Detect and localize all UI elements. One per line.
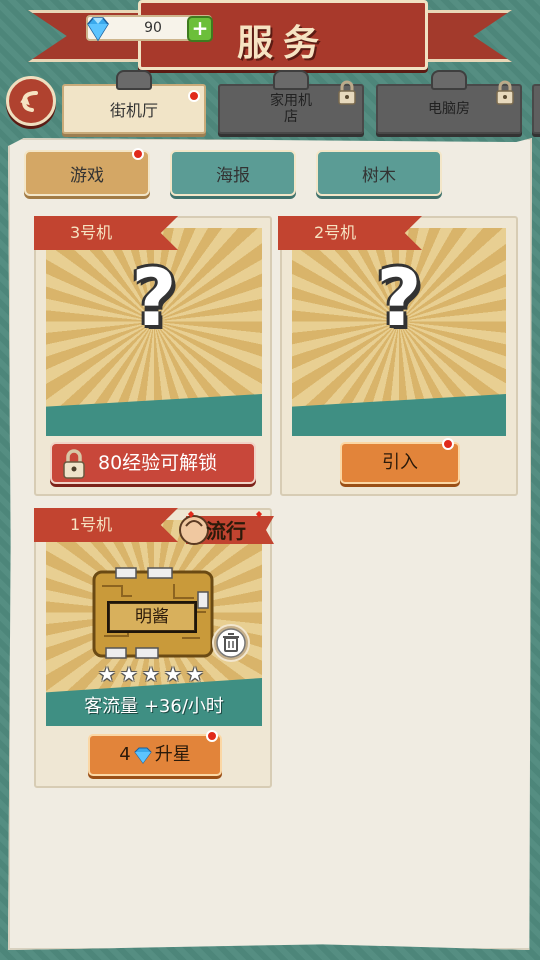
mystery-art: ? xyxy=(46,228,262,436)
mystery-art: ? xyxy=(292,228,506,436)
notification-dot xyxy=(132,148,144,160)
subtab-games[interactable]: 游戏 xyxy=(24,148,150,196)
star-rating: ★ ★ ★ ★ ★ xyxy=(98,664,208,684)
diamond-counter: 90 + xyxy=(86,15,213,42)
ground xyxy=(46,394,262,436)
star-icon: ★ xyxy=(142,662,160,686)
lock-icon xyxy=(338,80,356,105)
ground xyxy=(292,394,506,436)
tab-arcade-label: 街机厅 xyxy=(109,101,158,120)
machine-label: 2号机 xyxy=(278,216,422,250)
question-mark-icon: ? xyxy=(376,253,422,344)
subtab-posters-label: 海报 xyxy=(216,165,250,186)
game-name: 明酱 xyxy=(135,607,169,627)
star-icon: ★ xyxy=(164,662,182,686)
add-diamonds-button[interactable]: + xyxy=(187,16,213,42)
upgrade-button[interactable]: 4 升星 xyxy=(88,734,222,776)
notification-dot xyxy=(206,730,218,742)
import-label: 引入 xyxy=(382,452,418,473)
tab-pc-room[interactable]: 电脑房 xyxy=(376,70,522,134)
machine-label: 1号机 xyxy=(34,508,178,542)
notification-dot xyxy=(188,90,200,102)
traffic-rate: 客流量 +36/小时 xyxy=(84,696,224,717)
tab-arcade[interactable]: 街机厅 xyxy=(62,70,206,134)
tab-console-store[interactable]: 家用机店 xyxy=(218,70,364,134)
subtab-trees[interactable]: 树木 xyxy=(316,150,442,196)
question-mark-icon: ? xyxy=(131,253,177,344)
clip-icon xyxy=(431,70,467,90)
popular-tag-label: 流行 xyxy=(206,519,246,543)
delete-button[interactable] xyxy=(212,624,250,662)
upgrade-label: 升星 xyxy=(154,744,191,765)
star-icon: ★ xyxy=(120,662,138,686)
notification-dot xyxy=(442,438,454,450)
tab-console-store-label: 家用机店 xyxy=(270,93,312,125)
lock-icon xyxy=(496,80,514,105)
star-icon: ★ xyxy=(186,662,204,686)
star-icon: ★ xyxy=(98,662,116,686)
header-banner: 服务 90 + xyxy=(28,0,512,72)
clip-icon xyxy=(273,70,309,90)
tab-more[interactable] xyxy=(532,84,540,134)
subtab-trees-label: 树木 xyxy=(362,165,396,186)
back-button[interactable] xyxy=(6,76,56,126)
lock-icon xyxy=(63,449,85,479)
subtab-posters[interactable]: 海报 xyxy=(170,150,296,196)
subtab-games-label: 游戏 xyxy=(70,165,104,186)
upgrade-cost: 4 xyxy=(119,744,131,765)
diamond-icon xyxy=(87,17,109,42)
diamond-icon xyxy=(134,747,152,764)
machine-label-overlay: 3号机 xyxy=(34,216,178,250)
trash-icon xyxy=(216,628,246,658)
unlock-label: 80经验可解锁 xyxy=(98,452,218,474)
tab-pc-room-label: 电脑房 xyxy=(428,101,470,117)
back-arrow-icon xyxy=(20,91,38,112)
unlock-button[interactable]: 80经验可解锁 xyxy=(50,442,256,484)
diamond-count: 90 xyxy=(144,20,162,36)
clip-icon xyxy=(116,70,152,90)
import-button[interactable]: 引入 xyxy=(340,442,460,484)
